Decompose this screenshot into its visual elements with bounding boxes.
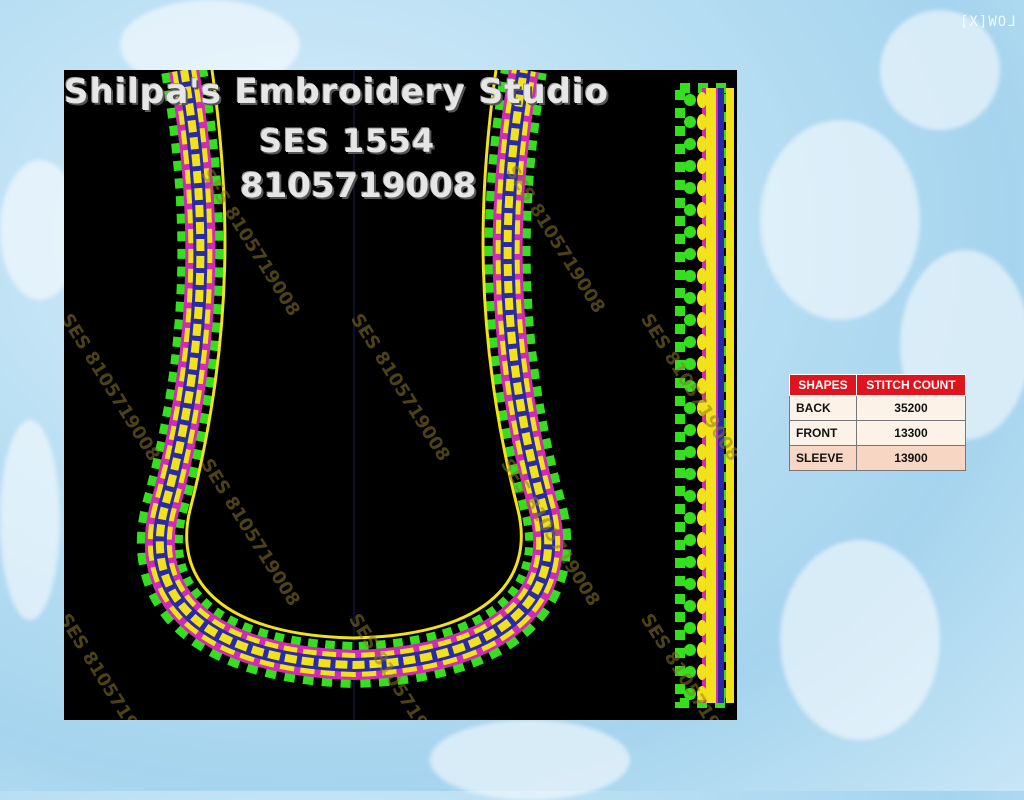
stitch-count: 13300	[855, 420, 967, 446]
shape-name: BACK	[789, 395, 857, 421]
table-header-row: SHAPES STITCH COUNT	[789, 374, 967, 396]
stitch-count: 13900	[855, 445, 967, 471]
design-code: SES 1554	[259, 122, 436, 160]
background-petal	[780, 540, 940, 740]
table-row: FRONT 13300	[789, 420, 967, 446]
shape-name: FRONT	[789, 420, 857, 446]
studio-title: Shilpa's Embroidery Studio	[64, 72, 609, 112]
embroidery-design: SES 8105719008 SES 8105719008 SES 810571…	[64, 70, 737, 720]
table-row: BACK 35200	[789, 395, 967, 421]
table-row: SLEEVE 13900	[789, 445, 967, 471]
shape-name: SLEEVE	[789, 445, 857, 471]
shapes-header: SHAPES	[789, 374, 857, 396]
stitch-count-table: SHAPES STITCH COUNT BACK 35200 FRONT 133…	[789, 374, 967, 471]
phone-number: 8105719008	[240, 166, 477, 206]
background-petal	[760, 120, 920, 320]
corner-watermark: LOW[X]	[959, 14, 1016, 30]
stitch-count: 35200	[855, 395, 967, 421]
stitch-count-header: STITCH COUNT	[855, 374, 967, 396]
background-petal	[430, 720, 630, 800]
background-petal	[0, 420, 60, 620]
